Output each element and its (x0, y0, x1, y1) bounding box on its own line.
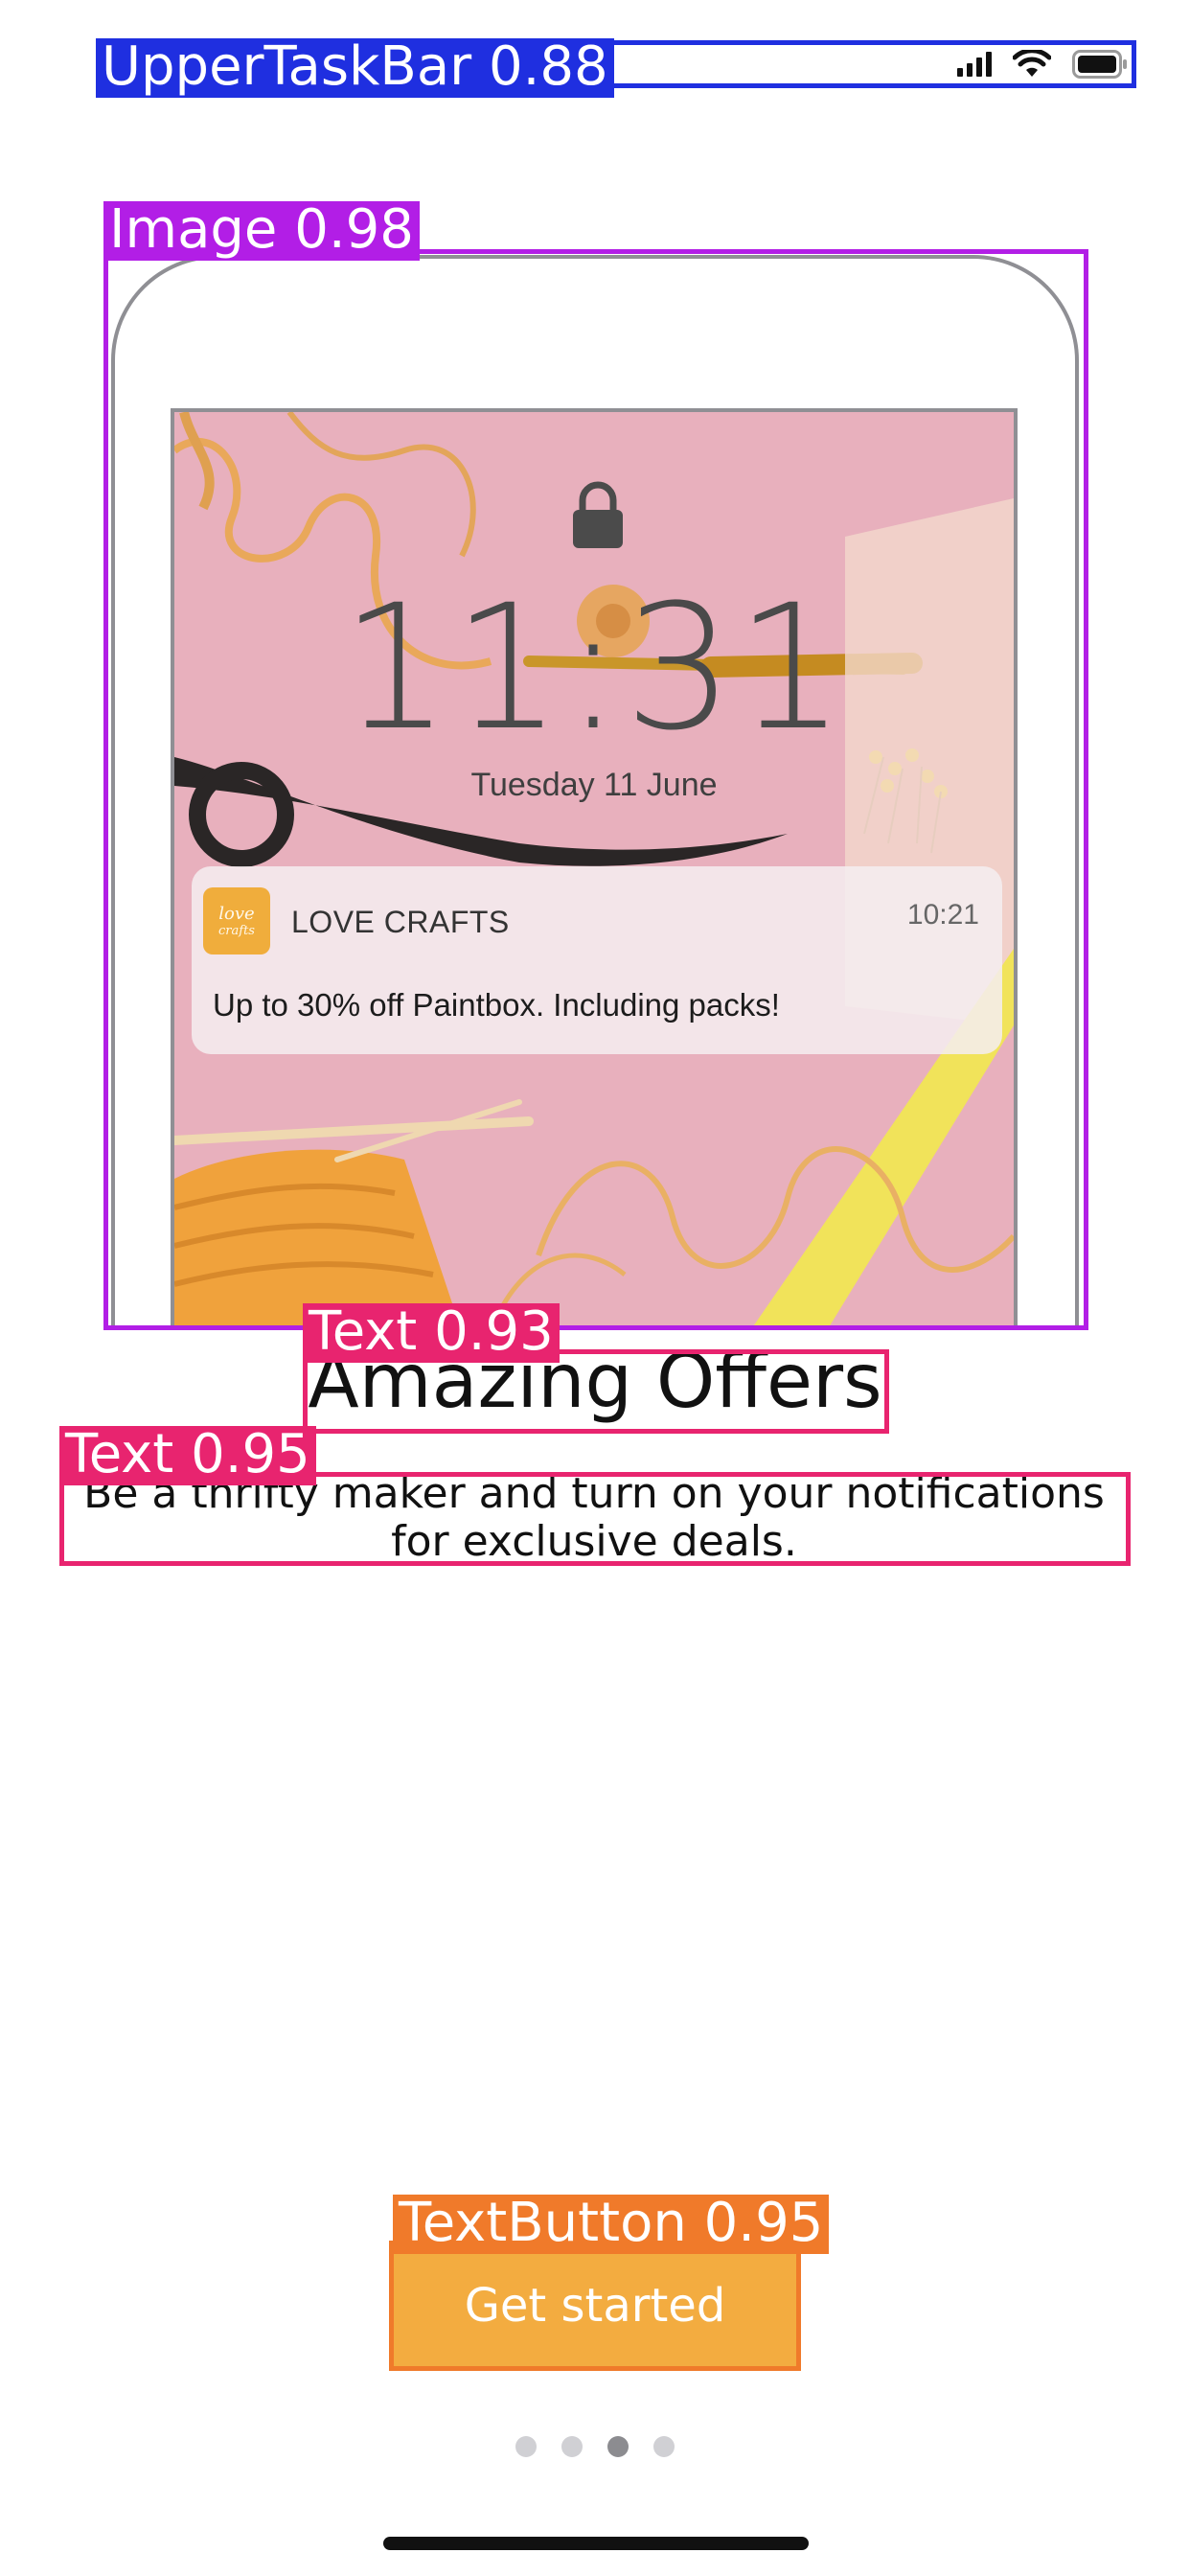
signal-icon (957, 52, 992, 77)
annotation-score: 0.98 (294, 198, 414, 261)
page-title: Amazing Offers (308, 1339, 882, 1425)
lock-icon (569, 481, 627, 550)
status-bar (99, 42, 1133, 86)
page-indicator (0, 2436, 1190, 2457)
notification-message: Up to 30% off Paintbox. Including packs! (213, 987, 780, 1023)
phone-lock-screen-illustration: 11:31 Tuesday 11 June love crafts LOVE C… (171, 408, 1018, 1328)
logo-text-line2: crafts (218, 923, 255, 938)
page-indicator-dot[interactable] (515, 2436, 537, 2457)
get-started-button[interactable]: Get started (393, 2244, 797, 2367)
love-crafts-logo-icon: love crafts (203, 887, 270, 954)
notification-app-name: LOVE CRAFTS (291, 905, 510, 939)
page-description: Be a thrifty maker and turn on your noti… (83, 1469, 1105, 1566)
wifi-icon (1013, 50, 1051, 79)
annotation-label: Image (109, 198, 278, 261)
lock-screen-time: 11:31 (340, 568, 848, 769)
page-indicator-dot[interactable] (561, 2436, 583, 2457)
logo-text-line1: love (218, 903, 255, 924)
push-notification-card: love crafts LOVE CRAFTS 10:21 Up to 30% … (192, 866, 1002, 1054)
status-icons (957, 46, 1128, 82)
annotation-tag-image: Image 0.98 (103, 201, 420, 261)
notification-time: 10:21 (906, 899, 979, 931)
home-indicator[interactable] (383, 2537, 809, 2550)
onboarding-screen: 11:31 Tuesday 11 June love crafts LOVE C… (0, 0, 1190, 2576)
battery-icon (1072, 50, 1128, 79)
page-indicator-dot-active[interactable] (607, 2436, 629, 2457)
lock-screen-date: Tuesday 11 June (470, 767, 718, 803)
page-indicator-dot[interactable] (653, 2436, 675, 2457)
